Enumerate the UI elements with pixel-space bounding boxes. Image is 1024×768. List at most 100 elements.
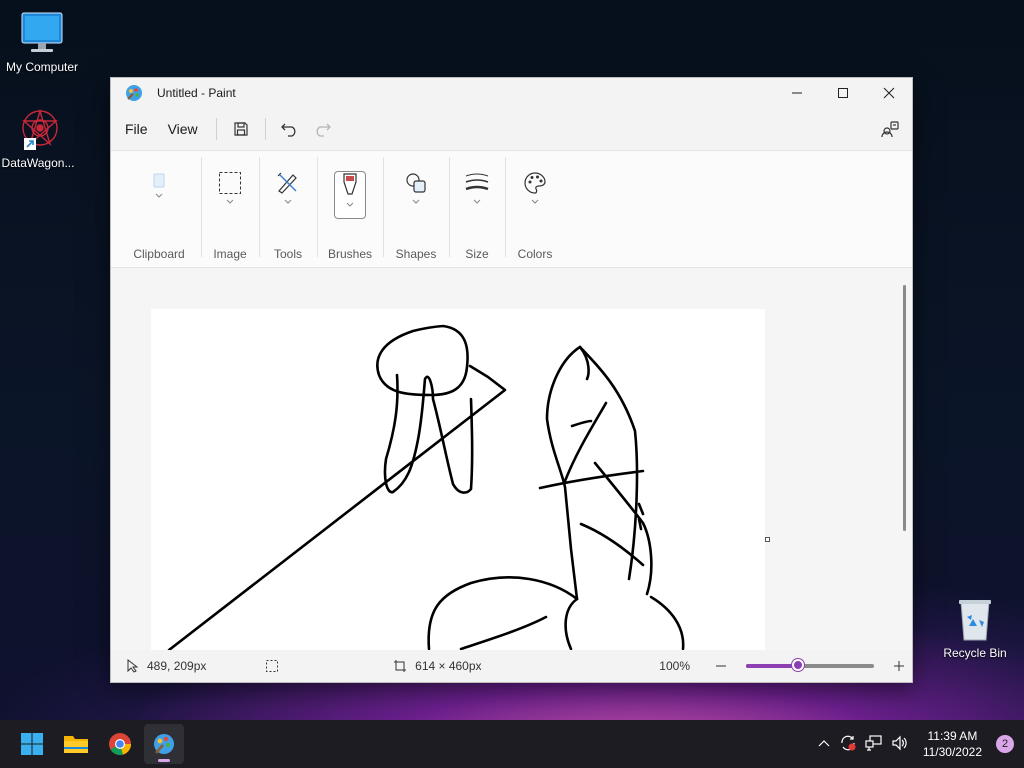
chrome-button[interactable] bbox=[100, 724, 140, 764]
ribbon-group-size: Size bbox=[449, 151, 505, 267]
ribbon-group-label: Tools bbox=[273, 247, 302, 261]
menu-separator bbox=[264, 118, 266, 140]
minus-icon bbox=[716, 665, 727, 667]
redo-icon bbox=[316, 123, 331, 137]
start-button[interactable] bbox=[12, 724, 52, 764]
chevron-down-icon bbox=[284, 199, 292, 204]
notification-badge[interactable]: 2 bbox=[996, 735, 1014, 753]
shapes-button[interactable] bbox=[400, 171, 432, 219]
clipboard-button[interactable] bbox=[143, 171, 175, 219]
zoom-out-button[interactable] bbox=[709, 660, 735, 672]
system-tray: 11:39 AM 11/30/2022 2 bbox=[817, 728, 1024, 760]
status-bar: 489, 209px 614 × 460px 100% bbox=[111, 650, 912, 682]
maximize-button[interactable] bbox=[820, 78, 866, 108]
select-rectangle-icon bbox=[219, 172, 241, 194]
brush-icon bbox=[343, 173, 357, 195]
ribbon-group-shapes: Shapes bbox=[383, 151, 449, 267]
desktop-icon-my-computer[interactable]: My Computer bbox=[0, 10, 84, 74]
zoom-level: 100% bbox=[659, 659, 690, 673]
save-button[interactable] bbox=[225, 114, 257, 144]
paint-window: Untitled - Paint File View Clipboard Ima… bbox=[110, 77, 913, 683]
file-explorer-button[interactable] bbox=[56, 724, 96, 764]
brushes-button[interactable] bbox=[334, 171, 366, 219]
undo-button[interactable] bbox=[274, 114, 306, 144]
canvas-drawing bbox=[167, 324, 685, 651]
menu-view[interactable]: View bbox=[158, 115, 208, 143]
canvas-size-icon bbox=[394, 660, 407, 672]
paint-app-icon bbox=[154, 734, 174, 754]
speaker-icon bbox=[892, 735, 907, 750]
paint-taskbar-button[interactable] bbox=[144, 724, 184, 764]
zoom-in-button[interactable] bbox=[886, 660, 912, 672]
desktop-icon-label: Recycle Bin bbox=[943, 646, 1007, 660]
chevron-down-icon bbox=[473, 199, 481, 204]
zoom-slider-fill bbox=[746, 664, 799, 668]
zoom-slider[interactable] bbox=[746, 659, 875, 671]
close-button[interactable] bbox=[866, 78, 912, 108]
desktop-icon-label: DataWagon... bbox=[1, 156, 75, 170]
sync-status-button[interactable] bbox=[839, 734, 857, 755]
ribbon-group-image: Image bbox=[201, 151, 259, 267]
ribbon-group-label: Image bbox=[213, 247, 247, 261]
volume-button[interactable] bbox=[891, 735, 909, 754]
ribbon-group-tools: Tools bbox=[259, 151, 317, 267]
network-button[interactable] bbox=[865, 734, 883, 754]
canvas-scroll-area[interactable] bbox=[111, 269, 912, 651]
canvas-size: 614 × 460px bbox=[393, 659, 659, 673]
taskbar: 11:39 AM 11/30/2022 2 bbox=[0, 720, 1024, 768]
selection-button[interactable] bbox=[214, 171, 246, 219]
network-icon bbox=[865, 734, 882, 751]
pointer-icon bbox=[127, 659, 139, 673]
close-icon bbox=[883, 87, 895, 99]
datawagon-shortcut-icon bbox=[14, 106, 62, 154]
shapes-icon bbox=[406, 173, 426, 193]
clock[interactable]: 11:39 AM 11/30/2022 bbox=[923, 728, 982, 760]
chevron-down-icon bbox=[412, 199, 420, 204]
plus-icon bbox=[894, 661, 905, 671]
sync-icon bbox=[841, 735, 856, 750]
menu-file[interactable]: File bbox=[115, 115, 158, 143]
chevron-down-icon bbox=[346, 202, 354, 207]
minimize-icon bbox=[792, 92, 802, 94]
show-hidden-icons-button[interactable] bbox=[817, 737, 831, 751]
canvas-size-text: 614 × 460px bbox=[415, 659, 482, 673]
undo-icon bbox=[280, 123, 296, 137]
windows-logo-icon bbox=[21, 733, 43, 755]
paint-app-icon bbox=[125, 84, 143, 102]
drawing-canvas[interactable] bbox=[151, 309, 765, 651]
redo-button[interactable] bbox=[306, 114, 338, 144]
chevron-down-icon bbox=[155, 193, 163, 198]
stroke-size-icon bbox=[465, 173, 489, 191]
selection-size bbox=[265, 659, 393, 673]
desktop-icon-datawagon[interactable]: DataWagon... bbox=[0, 106, 80, 170]
ribbon-group-clipboard: Clipboard bbox=[117, 151, 201, 267]
pencil-tools-icon bbox=[277, 172, 297, 194]
account-button[interactable] bbox=[874, 114, 906, 144]
folder-icon bbox=[64, 736, 88, 753]
tools-button[interactable] bbox=[272, 171, 304, 219]
menu-separator bbox=[215, 118, 217, 140]
chevron-down-icon bbox=[226, 199, 234, 204]
chrome-icon bbox=[109, 733, 132, 756]
colors-button[interactable] bbox=[519, 171, 551, 219]
title-bar[interactable]: Untitled - Paint bbox=[111, 78, 912, 108]
cursor-position-text: 489, 209px bbox=[147, 659, 207, 673]
vertical-scrollbar[interactable] bbox=[903, 285, 906, 531]
ribbon: Clipboard Image Tools Brushes Shapes Siz… bbox=[111, 150, 912, 268]
cursor-position: 489, 209px bbox=[127, 659, 265, 673]
clipboard-icon bbox=[153, 173, 165, 188]
size-button[interactable] bbox=[461, 171, 493, 219]
chevron-up-icon bbox=[818, 740, 830, 747]
save-icon bbox=[234, 122, 248, 136]
selection-size-icon bbox=[266, 660, 278, 672]
minimize-button[interactable] bbox=[774, 78, 820, 108]
canvas-resize-handle[interactable] bbox=[765, 537, 770, 542]
desktop-icon-recycle-bin[interactable]: Recycle Bin bbox=[933, 596, 1017, 660]
ribbon-group-label: Colors bbox=[517, 247, 553, 261]
ribbon-group-label: Brushes bbox=[327, 247, 373, 261]
ribbon-group-brushes: Brushes bbox=[317, 151, 383, 267]
palette-icon bbox=[524, 172, 546, 194]
account-settings-icon bbox=[881, 121, 899, 138]
zoom-slider-thumb[interactable] bbox=[792, 659, 805, 671]
recycle-bin-icon bbox=[951, 596, 999, 644]
